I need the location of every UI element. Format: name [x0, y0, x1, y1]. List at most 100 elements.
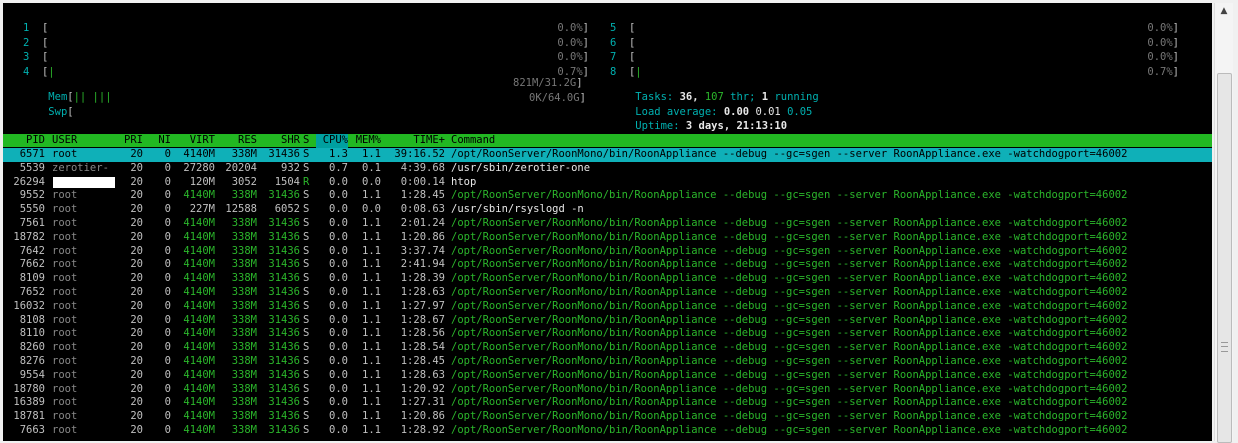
cell-shr: 31436 — [268, 230, 300, 243]
cell-shr: 31436 — [268, 189, 300, 202]
cell-cpu: 0.0 — [329, 258, 348, 271]
column-header-ni[interactable]: NI — [149, 134, 171, 148]
cell-time: 1:28.45 — [400, 355, 445, 367]
redacted-user-block — [53, 176, 115, 188]
uptime-line: Uptime: 3 days, 21:13:10 — [610, 106, 787, 132]
column-header-time[interactable]: TIME+ — [385, 134, 445, 148]
cell-mem: 1.1 — [362, 355, 381, 367]
vertical-scrollbar[interactable]: ▲ — [1214, 3, 1233, 443]
column-header-user[interactable]: USER — [52, 134, 120, 148]
table-row[interactable]: 7662 root 20 0 4140M 338M 31436 S 0.0 1.1 2:41.94 /… — [3, 258, 1212, 272]
table-row[interactable]: 7642 root 20 0 4140M 338M 31436 S 0.0 1.1 3:37.74 /… — [3, 245, 1212, 259]
table-row[interactable]: 8260 root 20 0 4140M 338M 31436 S 0.0 1.1 1:28.54 /… — [3, 341, 1212, 355]
cell-ni: 0 — [164, 203, 171, 216]
cell-res: 338M — [231, 355, 257, 367]
table-row[interactable]: 16389 root 20 0 4140M 338M 31436 S 0.0 1.1 1:27.31… — [3, 396, 1212, 410]
table-row[interactable]: 18780 root 20 0 4140M 338M 31436 S 0.0 1.1 1:20.92… — [3, 383, 1212, 397]
table-row[interactable]: 7561 root 20 0 4140M 338M 31436 S 0.0 1.1 2:01.24 /… — [3, 217, 1212, 231]
cell-shr: 31436 — [268, 341, 300, 354]
cpu-meter-1: 1 [ — [23, 22, 49, 34]
grip-icon — [1221, 342, 1228, 352]
cell-time: 1:28.45 — [400, 189, 445, 202]
cell-user: root — [52, 299, 78, 312]
swp-value-text: 0K/64.0G — [529, 92, 580, 104]
column-header-virt[interactable]: VIRT — [175, 134, 215, 148]
cell-pri: 20 — [130, 313, 143, 326]
cell-res: 338M — [231, 217, 257, 229]
cell-virt: 120M — [189, 175, 215, 188]
table-row[interactable]: 8108 root 20 0 4140M 338M 31436 S 0.0 1.1 1:28.67 /… — [3, 314, 1212, 328]
cell-pid: 7561 — [19, 217, 45, 229]
cell-shr: 31436 — [268, 382, 300, 395]
column-header-pri[interactable]: PRI — [118, 134, 143, 148]
cell-ni: 0 — [164, 230, 171, 243]
cpu-meter-2: 2 [ — [23, 36, 49, 49]
table-row[interactable]: 18782 root 20 0 4140M 338M 31436 S 0.0 1.1 1:20.86… — [3, 231, 1212, 245]
cell-ni: 0 — [164, 327, 171, 340]
table-row[interactable]: 9554 root 20 0 4140M 338M 31436 S 0.0 1.1 1:28.63 /… — [3, 369, 1212, 383]
table-row[interactable]: 8276 root 20 0 4140M 338M 31436 S 0.0 1.1 1:28.45 /… — [3, 355, 1212, 369]
column-header-cpu[interactable]: CPU% — [316, 134, 348, 148]
table-row[interactable]: 6571 root 20 0 4140M 338M 31436 S 1.3 1.1 39:16.52… — [3, 148, 1212, 162]
cell-pid: 9552 — [19, 189, 45, 202]
table-row[interactable]: 8109 root 20 0 4140M 338M 31436 S 0.0 1.1 1:28.39 /… — [3, 272, 1212, 286]
cell-pid: 9554 — [19, 368, 45, 381]
cell-ni: 0 — [164, 313, 171, 326]
column-header-s[interactable]: S — [303, 134, 313, 148]
uptime-label: Uptime: — [635, 119, 680, 132]
column-header-shr[interactable]: SHR — [259, 134, 300, 148]
cell-res: 338M — [231, 230, 257, 243]
cell-shr: 31436 — [268, 258, 300, 271]
cell-cmd: /opt/RoonServer/RoonMono/bin/RoonApplian… — [451, 410, 1128, 423]
table-row[interactable]: 5539 zerotier- 20 0 27280 20204 932 S 0.7 0.1 4:39… — [3, 162, 1212, 176]
cell-res: 338M — [231, 286, 257, 298]
tasks-line: Tasks: 36, 107 thr; 1 running — [610, 77, 818, 103]
cell-pid: 7642 — [19, 244, 45, 257]
cell-mem: 1.1 — [362, 396, 381, 409]
cell-virt: 4140M — [183, 189, 215, 202]
table-row[interactable]: 18781 root 20 0 4140M 338M 31436 S 0.0 1.1 1:20.86… — [3, 410, 1212, 424]
cell-ni: 0 — [164, 161, 171, 174]
process-table-header[interactable]: PID USER PRI NI VIRT RES SHR S CPU% MEM% TIME+ Comm… — [3, 134, 1212, 148]
cpu-bar: | — [635, 65, 642, 78]
table-row[interactable]: 7652 root 20 0 4140M 338M 31436 S 0.0 1.1 1:28.63 /… — [3, 286, 1212, 300]
table-row[interactable]: 7663 root 20 0 4140M 338M 31436 S 0.0 1.1 1:28.92 /… — [3, 424, 1212, 438]
scrollbar-thumb[interactable] — [1217, 73, 1232, 443]
cell-mem: 1.1 — [362, 299, 381, 312]
column-header-pid[interactable]: PID — [3, 134, 45, 148]
cell-pri: 20 — [130, 299, 143, 312]
column-header-mem[interactable]: MEM% — [351, 134, 381, 148]
mem-value: 821M/31.2G] — [513, 77, 583, 89]
cell-cmd: /opt/RoonServer/RoonMono/bin/RoonApplian… — [451, 189, 1128, 202]
cell-mem: 1.1 — [362, 230, 381, 243]
cell-res: 338M — [231, 299, 257, 312]
column-header-res[interactable]: RES — [219, 134, 257, 148]
cell-pri: 20 — [130, 368, 143, 381]
cpu-percent: 0.0%] — [1147, 51, 1179, 63]
cell-pri: 20 — [130, 286, 143, 298]
cell-ni: 0 — [164, 148, 171, 160]
cell-cpu: 0.0 — [329, 299, 348, 312]
cell-s: S — [303, 272, 310, 285]
cpu-meter-7: 7 [ — [610, 51, 636, 63]
cell-shr: 932 — [281, 161, 300, 174]
cell-res: 338M — [231, 313, 257, 326]
table-row[interactable]: 5550 root 20 0 227M 12588 6052 S 0.0 0.0 0:08.63/u… — [3, 203, 1212, 217]
column-header-command[interactable]: Command — [451, 134, 1211, 148]
cell-cmd: /opt/RoonServer/RoonMono/bin/RoonApplian… — [451, 355, 1128, 367]
table-row[interactable]: 9552 root 20 0 4140M 338M 31436 S 0.0 1.1 1:28.45 /… — [3, 189, 1212, 203]
scroll-up-icon[interactable]: ▲ — [1215, 3, 1233, 20]
cell-mem: 1.1 — [362, 327, 381, 340]
cpu-percent-text: 0.7% — [557, 65, 583, 78]
table-row[interactable]: 8110 root 20 0 4140M 338M 31436 S 0.0 1.1 1:28.56 /… — [3, 327, 1212, 341]
cell-time: 1:28.39 — [400, 272, 445, 285]
table-row[interactable]: 16032 root 20 0 4140M 338M 31436 S 0.0 1.1 1:27.97… — [3, 300, 1212, 314]
cell-cpu: 1.3 — [329, 148, 348, 160]
cpu-percent-text: 0.7% — [1147, 65, 1173, 78]
table-row[interactable]: 26294 20 0 120M 3052 1504 R 0.0 0.0 0:00.14 htop — [3, 176, 1212, 190]
cell-cmd: /opt/RoonServer/RoonMono/bin/RoonApplian… — [451, 299, 1128, 312]
cell-s: S — [303, 396, 310, 409]
cell-virt: 4140M — [183, 410, 215, 423]
terminal-window[interactable]: 1 [0.0%] 2 [0.0%] 3 [0.0%] 4 [| 0.7%] 5 [0.0… — [3, 3, 1212, 441]
cell-cpu: 0.0 — [329, 175, 348, 188]
